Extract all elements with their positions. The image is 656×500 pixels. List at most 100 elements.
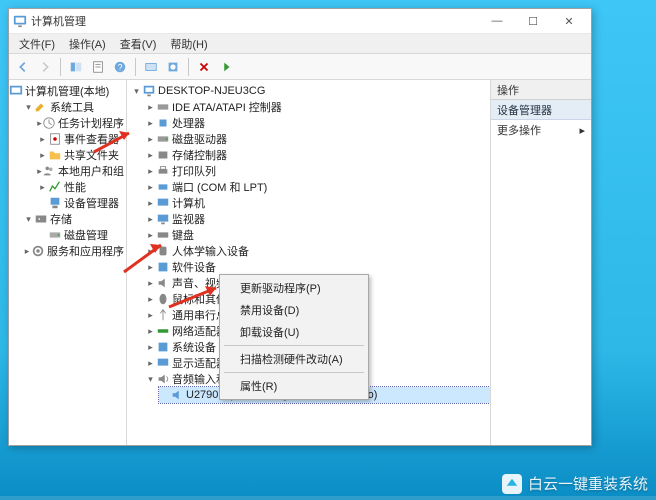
port-icon xyxy=(156,180,170,194)
scan-hardware-button[interactable] xyxy=(163,57,183,77)
actions-header: 操作 xyxy=(491,80,591,100)
tree-task-scheduler[interactable]: ▸任务计划程序 xyxy=(37,115,126,131)
expand-icon[interactable]: ▸ xyxy=(145,166,156,177)
devmgr-icon xyxy=(48,196,62,210)
collapse-icon[interactable]: ▾ xyxy=(145,374,156,385)
collapse-icon[interactable]: ▾ xyxy=(23,214,34,225)
dev-ide[interactable]: ▸IDE ATA/ATAPI 控制器 xyxy=(145,99,490,115)
expand-icon[interactable]: ▸ xyxy=(145,198,156,209)
properties-button[interactable] xyxy=(88,57,108,77)
dev-software[interactable]: ▸软件设备 xyxy=(145,259,490,275)
expand-icon[interactable]: ▸ xyxy=(145,134,156,145)
expand-icon[interactable]: ▸ xyxy=(145,262,156,273)
menu-update-driver[interactable]: 更新驱动程序(P) xyxy=(222,277,366,299)
tree-disk-mgmt[interactable]: ▸磁盘管理 xyxy=(37,227,126,243)
folder-icon xyxy=(48,148,62,162)
minimize-button[interactable]: — xyxy=(479,10,515,32)
expand-icon[interactable]: ▸ xyxy=(145,294,156,305)
tree-performance[interactable]: ▸性能 xyxy=(37,179,126,195)
uninstall-button[interactable] xyxy=(194,57,214,77)
menu-disable-device[interactable]: 禁用设备(D) xyxy=(222,299,366,321)
show-hide-tree-button[interactable] xyxy=(66,57,86,77)
expand-icon[interactable]: ▸ xyxy=(145,358,156,369)
menu-uninstall-device[interactable]: 卸载设备(U) xyxy=(222,321,366,343)
back-button[interactable] xyxy=(13,57,33,77)
audio-io-icon xyxy=(156,372,170,386)
tree-storage[interactable]: ▾ 存储 xyxy=(23,211,126,227)
expand-icon[interactable]: ▸ xyxy=(145,214,156,225)
menu-view[interactable]: 查看(V) xyxy=(114,36,163,52)
cpu-icon xyxy=(156,116,170,130)
collapse-icon[interactable]: ▾ xyxy=(131,86,142,97)
dev-root[interactable]: ▾ DESKTOP-NJEU3CG xyxy=(131,83,490,99)
dev-printq[interactable]: ▸打印队列 xyxy=(145,163,490,179)
expand-icon[interactable]: ▸ xyxy=(145,310,156,321)
dev-computer[interactable]: ▸计算机 xyxy=(145,195,490,211)
expand-icon[interactable]: ▸ xyxy=(37,182,48,193)
help-button[interactable]: ? xyxy=(110,57,130,77)
tree-device-manager[interactable]: ▸设备管理器 xyxy=(37,195,126,211)
menu-help[interactable]: 帮助(H) xyxy=(164,36,213,52)
tree-services-apps[interactable]: ▸服务和应用程序 xyxy=(23,243,126,259)
enable-button[interactable] xyxy=(216,57,236,77)
clock-icon xyxy=(42,116,56,130)
dev-keyboard[interactable]: ▸键盘 xyxy=(145,227,490,243)
usb-icon xyxy=(156,308,170,322)
expand-icon[interactable]: ▸ xyxy=(145,182,156,193)
expand-icon[interactable]: ▸ xyxy=(145,102,156,113)
expand-icon[interactable]: ▸ xyxy=(145,150,156,161)
menu-action[interactable]: 操作(A) xyxy=(63,36,112,52)
storage-icon xyxy=(34,212,48,226)
actions-more[interactable]: 更多操作 ▸ xyxy=(491,120,591,140)
app-icon xyxy=(13,14,27,28)
menu-properties[interactable]: 属性(R) xyxy=(222,375,366,397)
mouse-icon xyxy=(156,292,170,306)
expand-icon[interactable]: ▸ xyxy=(145,118,156,129)
dev-storctl[interactable]: ▸存储控制器 xyxy=(145,147,490,163)
event-icon xyxy=(48,132,62,146)
ide-icon xyxy=(156,100,170,114)
expand-icon[interactable]: ▸ xyxy=(37,150,48,161)
speaker-icon xyxy=(170,388,184,402)
forward-button[interactable] xyxy=(35,57,55,77)
dev-cpu[interactable]: ▸处理器 xyxy=(145,115,490,131)
tree-system-tools[interactable]: ▾ 系统工具 xyxy=(23,99,126,115)
disk-icon xyxy=(156,132,170,146)
disk-icon xyxy=(48,228,62,242)
dev-com[interactable]: ▸端口 (COM 和 LPT) xyxy=(145,179,490,195)
perf-icon xyxy=(48,180,62,194)
expand-icon[interactable]: ▸ xyxy=(145,230,156,241)
toolbar: ? xyxy=(9,54,591,80)
expand-icon[interactable]: ▸ xyxy=(23,246,31,257)
expand-icon[interactable]: ▸ xyxy=(145,246,156,257)
storage-icon xyxy=(156,148,170,162)
titlebar[interactable]: 计算机管理 — ☐ ✕ xyxy=(9,9,591,34)
menubar: 文件(F) 操作(A) 查看(V) 帮助(H) xyxy=(9,34,591,54)
dev-monitor[interactable]: ▸监视器 xyxy=(145,211,490,227)
window-title: 计算机管理 xyxy=(31,13,479,29)
refresh-button[interactable] xyxy=(141,57,161,77)
tree-root[interactable]: 计算机管理(本地) xyxy=(9,83,126,99)
menu-file[interactable]: 文件(F) xyxy=(13,36,61,52)
menu-scan-hardware[interactable]: 扫描检测硬件改动(A) xyxy=(222,348,366,370)
tree-shared-folders[interactable]: ▸共享文件夹 xyxy=(37,147,126,163)
wrench-icon xyxy=(34,100,48,114)
expand-icon[interactable]: ▸ xyxy=(37,134,48,145)
watermark-text: 白云一键重装系统 xyxy=(528,473,648,494)
expand-icon[interactable]: ▸ xyxy=(145,342,156,353)
network-icon xyxy=(156,324,170,338)
tree-event-viewer[interactable]: ▸事件查看器 xyxy=(37,131,126,147)
tree-local-users[interactable]: ▸本地用户和组 xyxy=(37,163,126,179)
users-icon xyxy=(42,164,56,178)
collapse-icon[interactable]: ▾ xyxy=(23,102,34,113)
watermark-icon xyxy=(502,474,522,494)
dev-diskdrv[interactable]: ▸磁盘驱动器 xyxy=(145,131,490,147)
close-button[interactable]: ✕ xyxy=(551,10,587,32)
dev-hid[interactable]: ▸人体学输入设备 xyxy=(145,243,490,259)
arrow-right-icon: ▸ xyxy=(579,124,585,137)
left-tree-pane: 计算机管理(本地) ▾ 系统工具 ▸任务计划程序 ▸事件查看器 xyxy=(9,80,127,445)
expand-icon[interactable]: ▸ xyxy=(145,326,156,337)
expand-icon[interactable]: ▸ xyxy=(145,278,156,289)
actions-section: 设备管理器 xyxy=(491,100,591,120)
maximize-button[interactable]: ☐ xyxy=(515,10,551,32)
